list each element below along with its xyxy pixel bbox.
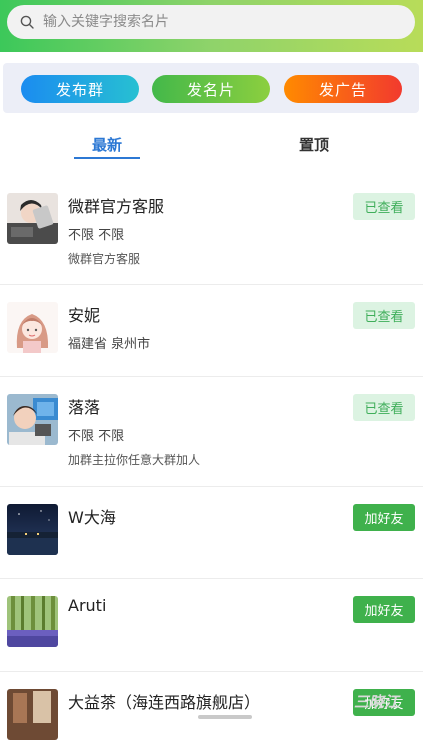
viewed-button[interactable]: 已查看 bbox=[353, 302, 415, 329]
card-name: W大海 bbox=[68, 508, 116, 527]
card-description: 加群主拉你任意大群加人 bbox=[68, 453, 201, 467]
watermark: 三晓江 bbox=[354, 693, 400, 711]
tab-bar: 最新 置顶 bbox=[0, 124, 423, 164]
avatar bbox=[7, 394, 58, 445]
search-bar[interactable] bbox=[7, 5, 415, 39]
avatar bbox=[7, 596, 58, 647]
tab-active-indicator bbox=[74, 157, 140, 159]
card-description: 微群官方客服 bbox=[68, 252, 141, 266]
list-item[interactable]: Aruti 加好友 bbox=[0, 579, 423, 672]
avatar bbox=[7, 689, 58, 740]
card-region: 不限 不限 bbox=[68, 228, 125, 243]
card-name: 微群官方客服 bbox=[68, 197, 165, 216]
tab-pinned[interactable]: 置顶 bbox=[299, 134, 329, 155]
tab-latest[interactable]: 最新 bbox=[92, 134, 122, 155]
search-input[interactable] bbox=[41, 13, 385, 31]
avatar bbox=[7, 504, 58, 555]
action-panel: 发布群 发名片 发广告 bbox=[3, 63, 419, 113]
publish-card-button[interactable]: 发名片 bbox=[152, 75, 270, 103]
top-bar bbox=[0, 0, 423, 52]
add-friend-button[interactable]: 加好友 bbox=[353, 596, 415, 623]
card-name: Aruti bbox=[68, 596, 107, 615]
avatar bbox=[7, 193, 58, 244]
home-indicator bbox=[198, 715, 252, 719]
card-name: 大益茶（海连西路旗舰店） bbox=[68, 693, 261, 712]
publish-group-button[interactable]: 发布群 bbox=[21, 75, 139, 103]
list-item[interactable]: W大海 加好友 bbox=[0, 487, 423, 579]
card-name: 落落 bbox=[68, 398, 101, 417]
card-region: 福建省 泉州市 bbox=[68, 337, 151, 352]
list-item[interactable]: 安妮 福建省 泉州市 已查看 bbox=[0, 285, 423, 377]
publish-ad-button[interactable]: 发广告 bbox=[284, 75, 402, 103]
search-icon bbox=[19, 14, 35, 30]
avatar bbox=[7, 302, 58, 353]
card-list: 微群官方客服 不限 不限 微群官方客服 已查看 安妮 福建省 泉州市 已查看 落… bbox=[0, 176, 423, 740]
card-region: 不限 不限 bbox=[68, 429, 125, 444]
list-item[interactable]: 微群官方客服 不限 不限 微群官方客服 已查看 bbox=[0, 176, 423, 285]
list-item[interactable]: 落落 不限 不限 加群主拉你任意大群加人 已查看 bbox=[0, 377, 423, 487]
viewed-button[interactable]: 已查看 bbox=[353, 193, 415, 220]
viewed-button[interactable]: 已查看 bbox=[353, 394, 415, 421]
add-friend-button[interactable]: 加好友 bbox=[353, 504, 415, 531]
card-name: 安妮 bbox=[68, 306, 101, 325]
